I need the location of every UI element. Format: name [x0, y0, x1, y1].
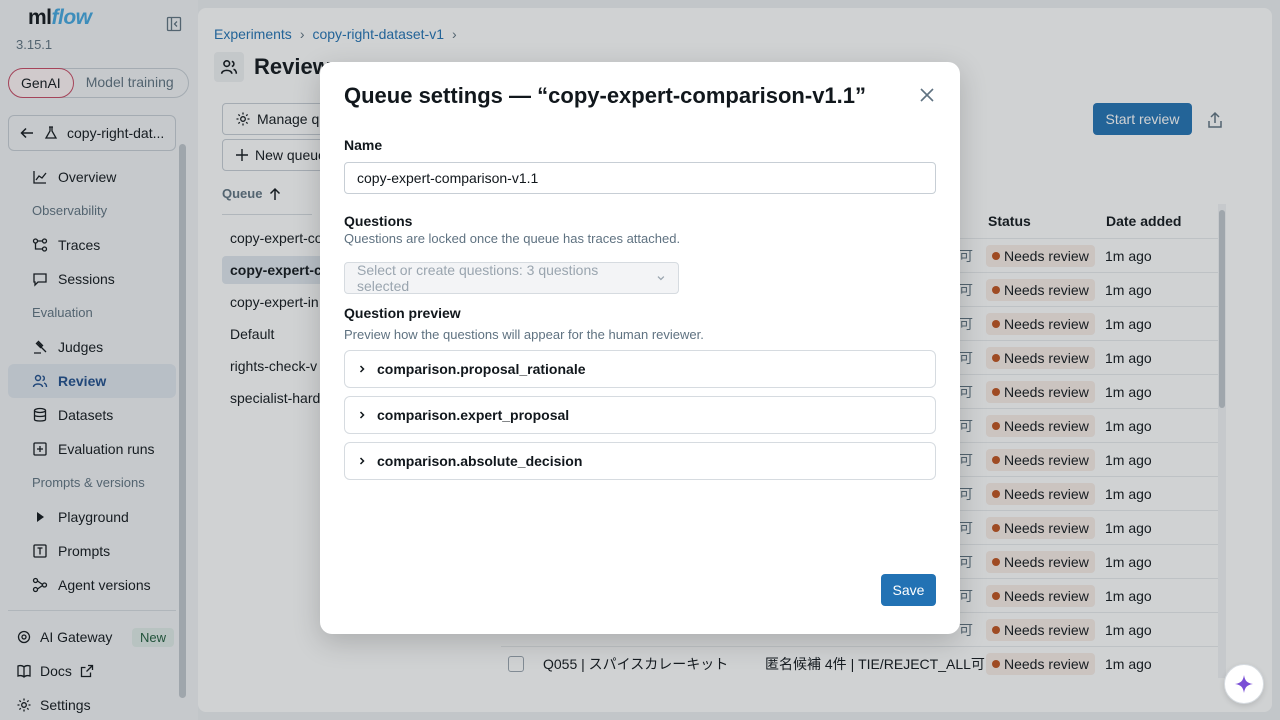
chevron-down-icon	[657, 276, 665, 281]
questions-select-placeholder: Select or create questions: 3 questions …	[357, 262, 599, 294]
chevron-right-icon	[359, 457, 365, 465]
question-preview-label: comparison.proposal_rationale	[377, 361, 586, 377]
queue-name-input[interactable]	[344, 162, 936, 194]
chevron-right-icon	[359, 365, 365, 373]
close-icon[interactable]	[918, 86, 936, 104]
sparkle-icon	[1235, 675, 1253, 693]
questions-select[interactable]: Select or create questions: 3 questions …	[344, 262, 679, 294]
question-preview-label: comparison.absolute_decision	[377, 453, 583, 469]
questions-hint: Questions are locked once the queue has …	[344, 231, 681, 246]
modal-title: Queue settings — “copy-expert-comparison…	[344, 83, 867, 108]
queue-settings-modal: Queue settings — “copy-expert-comparison…	[320, 62, 960, 634]
question-preview-hint: Preview how the questions will appear fo…	[344, 327, 704, 342]
question-preview-item[interactable]: comparison.proposal_rationale	[344, 350, 936, 388]
questions-label: Questions	[344, 213, 413, 229]
name-label: Name	[344, 137, 383, 153]
save-button[interactable]: Save	[881, 574, 936, 606]
assistant-button[interactable]	[1224, 664, 1264, 704]
question-preview-item[interactable]: comparison.expert_proposal	[344, 396, 936, 434]
question-preview-item[interactable]: comparison.absolute_decision	[344, 442, 936, 480]
chevron-right-icon	[359, 411, 365, 419]
question-preview-label: Question preview	[344, 305, 461, 321]
question-preview-label: comparison.expert_proposal	[377, 407, 570, 423]
